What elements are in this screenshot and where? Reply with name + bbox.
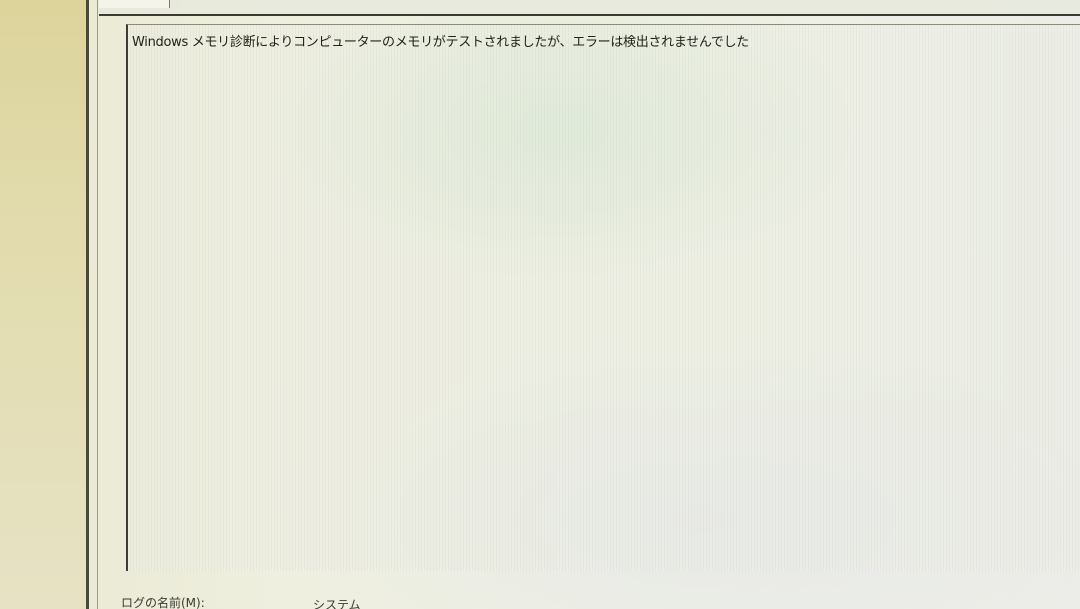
tab-strip	[99, 0, 1080, 16]
frame-border	[97, 0, 98, 609]
event-properties-window: Windows メモリ診断によりコンピューターのメモリがテストされましたが、エラ…	[86, 0, 1080, 609]
tab-general[interactable]	[99, 0, 170, 8]
log-name-label: ログの名前(M):	[121, 596, 205, 609]
log-name-row: ログの名前(M): システム	[89, 590, 1080, 609]
log-name-value: システム	[313, 598, 361, 609]
event-description-box[interactable]: Windows メモリ診断によりコンピューターのメモリがテストされましたが、エラ…	[126, 24, 1080, 571]
event-description-text: Windows メモリ診断によりコンピューターのメモリがテストされましたが、エラ…	[132, 35, 750, 50]
screen: Windows メモリ診断によりコンピューターのメモリがテストされましたが、エラ…	[0, 0, 1080, 609]
left-panel-edge	[0, 0, 86, 609]
